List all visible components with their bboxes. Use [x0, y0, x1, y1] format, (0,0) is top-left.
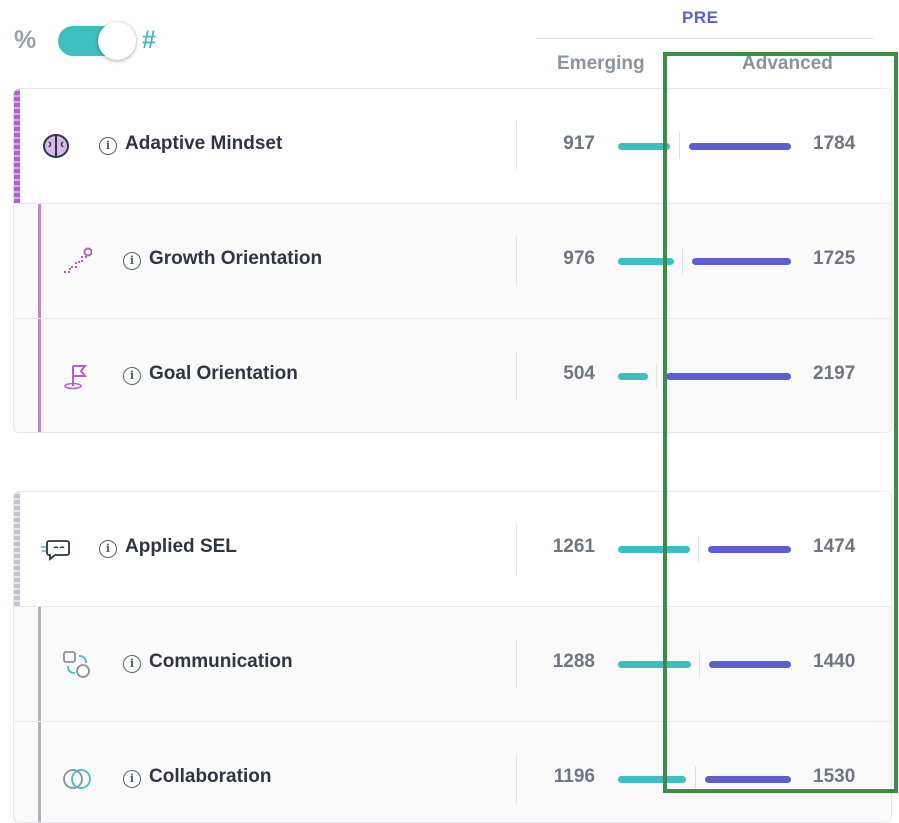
toggle-knob[interactable]	[98, 22, 136, 60]
overlapping-circles-icon	[63, 769, 91, 789]
row-label: Applied SEL	[125, 536, 237, 557]
toggle-switch[interactable]	[58, 22, 136, 60]
emerging-count: 504	[563, 363, 595, 384]
column-divider	[516, 351, 517, 401]
info-icon[interactable]: i	[123, 367, 141, 385]
info-icon[interactable]: i	[99, 540, 117, 558]
info-icon[interactable]: i	[123, 252, 141, 270]
bar-split-tick	[656, 363, 657, 389]
column-header-emerging: Emerging	[557, 53, 645, 74]
communication-icon	[63, 651, 90, 678]
flag-icon	[64, 365, 88, 390]
row-label: Collaboration	[149, 766, 272, 787]
row-label: Communication	[149, 651, 293, 672]
stairs-icon	[64, 247, 92, 273]
emerging-count: 1261	[552, 536, 595, 557]
emerging-count: 1196	[553, 766, 595, 787]
emerging-count: 1288	[552, 651, 595, 672]
count-label: #	[142, 26, 156, 54]
column-divider	[516, 524, 517, 574]
row-label: Growth Orientation	[149, 248, 323, 269]
advanced-column-highlight	[663, 52, 898, 793]
row-label: Goal Orientation	[149, 363, 298, 384]
brain-icon	[43, 134, 69, 158]
phase-header: PRE	[682, 8, 719, 27]
emerging-count: 976	[563, 248, 595, 269]
info-icon[interactable]: i	[123, 655, 141, 673]
column-divider	[516, 754, 517, 804]
row-label: Adaptive Mindset	[125, 133, 283, 154]
percent-label: %	[14, 26, 37, 54]
column-divider	[516, 639, 517, 689]
emerging-count: 917	[563, 133, 595, 154]
group-color-stripe	[14, 89, 20, 203]
emerging-bar	[618, 373, 648, 380]
group-color-stripe	[14, 492, 20, 606]
info-icon[interactable]: i	[99, 137, 117, 155]
column-divider	[516, 236, 517, 286]
header-divider	[536, 38, 874, 39]
column-divider	[516, 121, 517, 171]
chat-bubble-icon	[41, 540, 70, 561]
info-icon[interactable]: i	[123, 770, 141, 788]
